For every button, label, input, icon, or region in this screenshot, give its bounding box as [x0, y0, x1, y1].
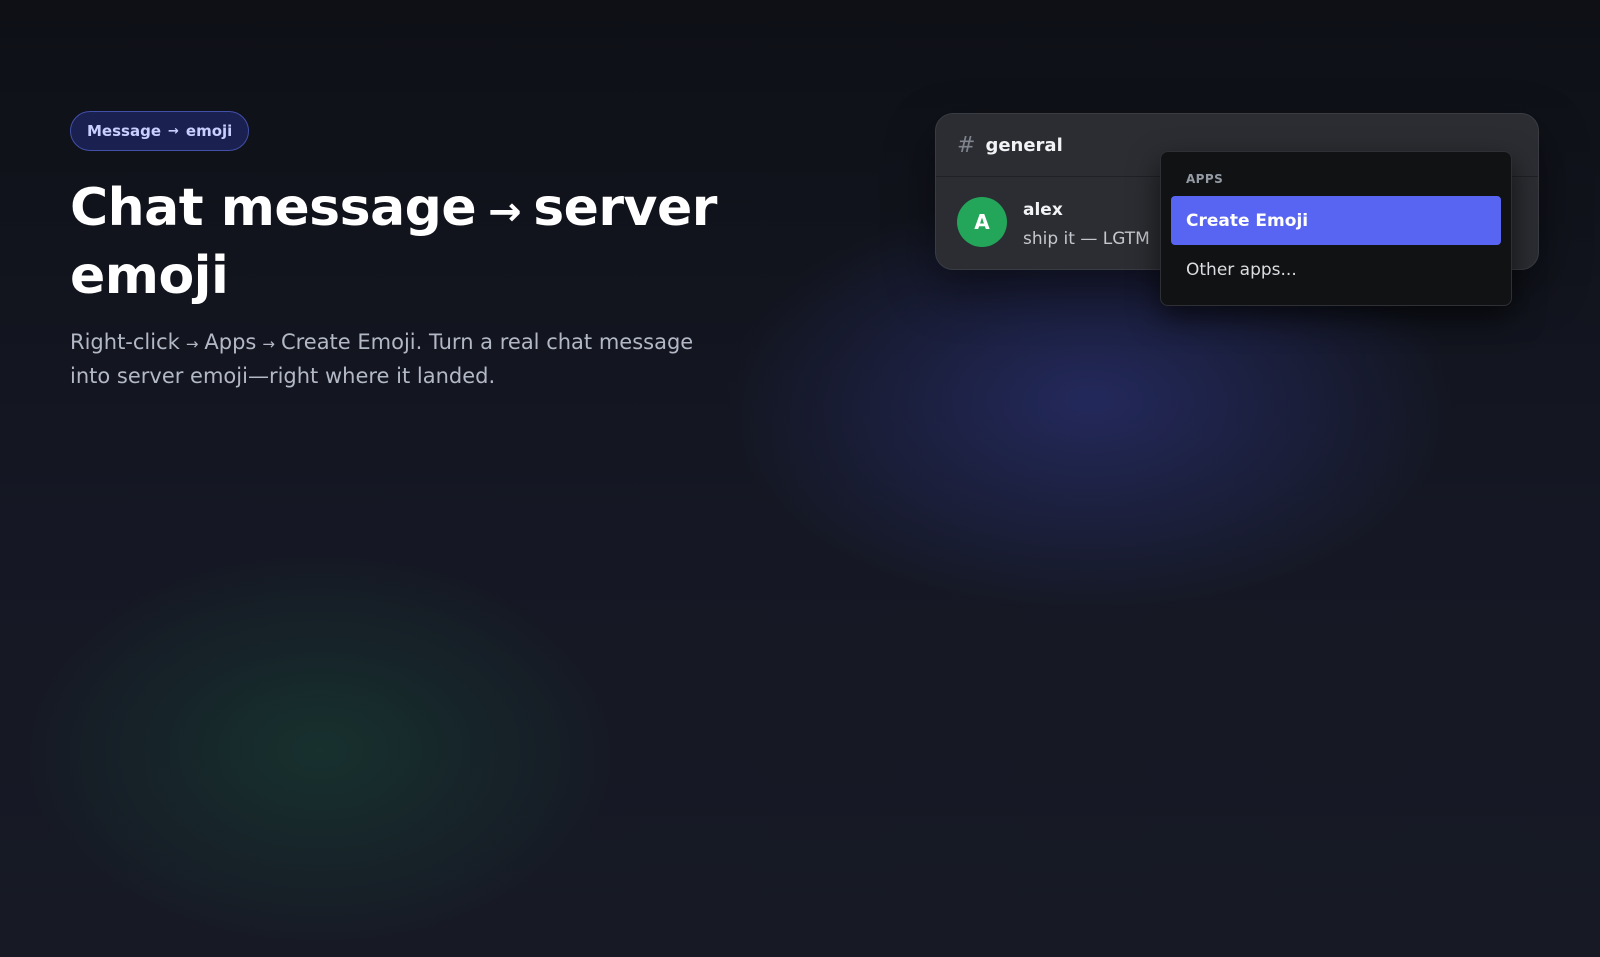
message-text: ship it — LGTM — [1023, 229, 1150, 249]
feature-badge: Message → emoji — [70, 111, 250, 151]
title-part-start: Chat message — [70, 178, 477, 238]
avatar-initial: A — [974, 210, 990, 234]
title-arrow-icon: → — [488, 189, 522, 235]
message-author[interactable]: alex — [1023, 199, 1150, 221]
badge-label-start: Message — [87, 122, 161, 140]
description-arrow-icon-2: → — [262, 335, 275, 353]
hero-section: Message → emoji Chat message → server emoj… — [70, 111, 750, 392]
avatar[interactable]: A — [957, 197, 1007, 247]
description-step-right-click: Right-click — [70, 330, 180, 354]
menu-item-create-emoji[interactable]: Create Emoji — [1171, 196, 1501, 245]
hash-icon: # — [957, 132, 976, 158]
menu-section-heading: APPS — [1186, 172, 1224, 186]
menu-item-other-apps[interactable]: Other apps... — [1171, 245, 1501, 294]
badge-label-end: emoji — [185, 122, 233, 140]
page-title: Chat message → server emoji — [70, 176, 750, 308]
message-body: alex ship it — LGTM — [1023, 197, 1150, 251]
page-description: Right-click → Apps → Create Emoji. Turn a re… — [70, 326, 720, 392]
context-menu: APPS Create Emoji Other apps... — [1160, 151, 1512, 306]
channel-name[interactable]: general — [985, 135, 1062, 156]
badge-arrow-icon: → — [168, 123, 179, 139]
description-arrow-icon-1: → — [185, 335, 199, 353]
description-step-apps: Apps — [204, 330, 257, 354]
